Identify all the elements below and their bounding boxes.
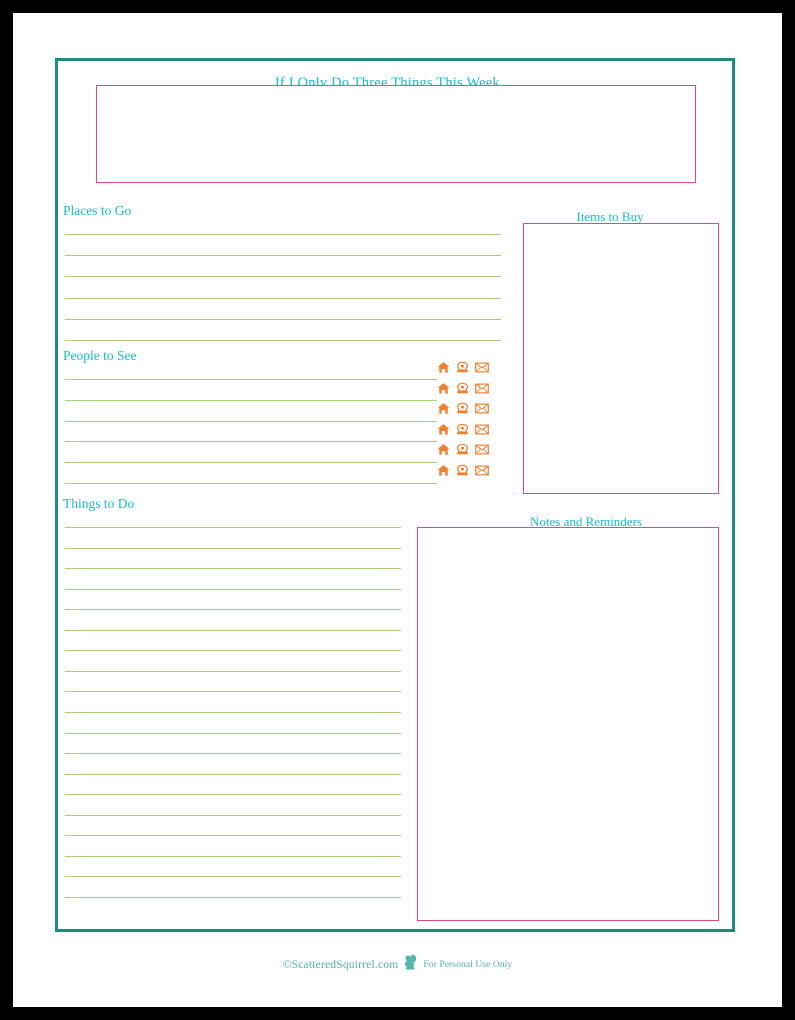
envelope-icon[interactable] <box>475 361 489 374</box>
footer-credit: ©ScatteredSquirrel.com For Personal Use … <box>13 954 782 974</box>
ruled-line[interactable] <box>65 896 401 898</box>
home-icon[interactable] <box>437 443 450 456</box>
ruled-line[interactable] <box>65 462 437 464</box>
phone-icon[interactable] <box>456 361 469 374</box>
ruled-line[interactable] <box>65 773 401 775</box>
ruled-line[interactable] <box>65 629 401 631</box>
ruled-line[interactable] <box>65 568 401 570</box>
ruled-line[interactable] <box>65 318 501 320</box>
section-heading-things-to-do: Things to Do <box>63 496 135 511</box>
ruled-line[interactable] <box>65 255 501 257</box>
people-to-see-lines[interactable] <box>65 365 437 484</box>
ruled-line[interactable] <box>65 340 501 341</box>
footer-copyright: ©ScatteredSquirrel.com <box>282 959 399 971</box>
phone-icon[interactable] <box>456 443 469 456</box>
contact-icon-row <box>437 402 489 415</box>
ruled-line[interactable] <box>65 547 401 549</box>
three-things-box[interactable] <box>96 85 696 183</box>
contact-icon-row <box>437 382 489 395</box>
ruled-line[interactable] <box>65 379 437 380</box>
ruled-line[interactable] <box>65 441 437 443</box>
ruled-line[interactable] <box>65 835 401 837</box>
notes-and-reminders-box[interactable] <box>417 527 719 921</box>
ruled-line[interactable] <box>65 276 501 278</box>
phone-icon[interactable] <box>456 402 469 415</box>
contact-icon-row <box>437 423 489 436</box>
ruled-line[interactable] <box>65 609 401 611</box>
ruled-line[interactable] <box>65 711 401 713</box>
phone-icon[interactable] <box>456 382 469 395</box>
home-icon[interactable] <box>437 382 450 395</box>
things-to-do-lines[interactable] <box>65 513 401 913</box>
envelope-icon[interactable] <box>475 443 489 456</box>
footer-usage: For Personal Use Only <box>423 960 513 970</box>
home-icon[interactable] <box>437 423 450 436</box>
contact-icon-row <box>437 464 489 477</box>
printable-page: If I Only Do Three Things This Week.... … <box>13 13 782 1007</box>
section-heading-people-to-see: People to See <box>63 348 137 363</box>
section-heading-places-to-go: Places to Go <box>63 203 132 218</box>
ruled-line[interactable] <box>65 732 401 734</box>
items-to-buy-box[interactable] <box>523 223 719 494</box>
envelope-icon[interactable] <box>475 382 489 395</box>
ruled-line[interactable] <box>65 420 437 422</box>
home-icon[interactable] <box>437 361 450 374</box>
contact-icon-row <box>437 361 489 374</box>
phone-icon[interactable] <box>456 464 469 477</box>
ruled-line[interactable] <box>65 588 401 590</box>
ruled-line[interactable] <box>65 794 401 796</box>
ruled-line[interactable] <box>65 527 401 528</box>
envelope-icon[interactable] <box>475 402 489 415</box>
ruled-line[interactable] <box>65 691 401 693</box>
ruled-line[interactable] <box>65 297 501 299</box>
home-icon[interactable] <box>437 402 450 415</box>
ruled-line[interactable] <box>65 234 501 235</box>
ruled-line[interactable] <box>65 670 401 672</box>
ruled-line[interactable] <box>65 399 437 401</box>
ruled-line[interactable] <box>65 650 401 652</box>
ruled-line[interactable] <box>65 814 401 816</box>
ruled-line[interactable] <box>65 753 401 755</box>
contact-icon-rows <box>437 361 497 481</box>
ruled-line[interactable] <box>65 876 401 878</box>
ruled-line[interactable] <box>65 483 437 484</box>
home-icon[interactable] <box>437 464 450 477</box>
phone-icon[interactable] <box>456 423 469 436</box>
ruled-line[interactable] <box>65 855 401 857</box>
squirrel-icon <box>403 954 418 974</box>
places-to-go-lines[interactable] <box>65 220 501 341</box>
envelope-icon[interactable] <box>475 423 489 436</box>
contact-icon-row <box>437 443 489 456</box>
envelope-icon[interactable] <box>475 464 489 477</box>
